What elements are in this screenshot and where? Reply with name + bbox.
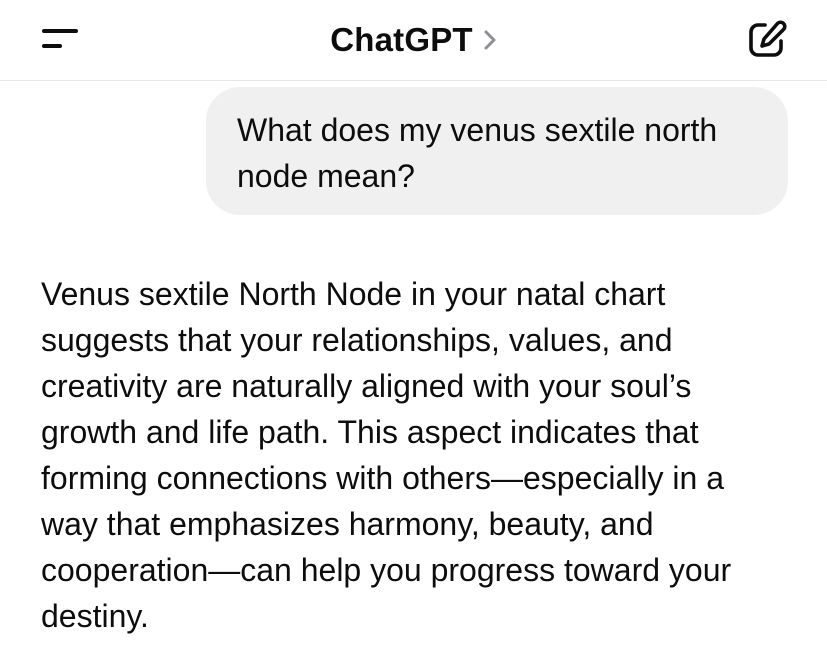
app-title: ChatGPT [330,21,473,58]
model-selector-button[interactable]: ChatGPT [330,21,497,59]
user-message-text: What does my venus sextile north node me… [237,112,718,194]
top-bar: ChatGPT [0,0,827,81]
new-chat-icon [749,20,787,57]
new-chat-button[interactable] [744,17,790,63]
title-area: ChatGPT [0,0,827,80]
menu-button[interactable] [36,22,84,58]
user-message-bubble: What does my venus sextile north node me… [206,87,788,215]
chevron-right-icon [484,30,496,50]
assistant-message-text: Venus sextile North Node in your natal c… [41,276,732,634]
